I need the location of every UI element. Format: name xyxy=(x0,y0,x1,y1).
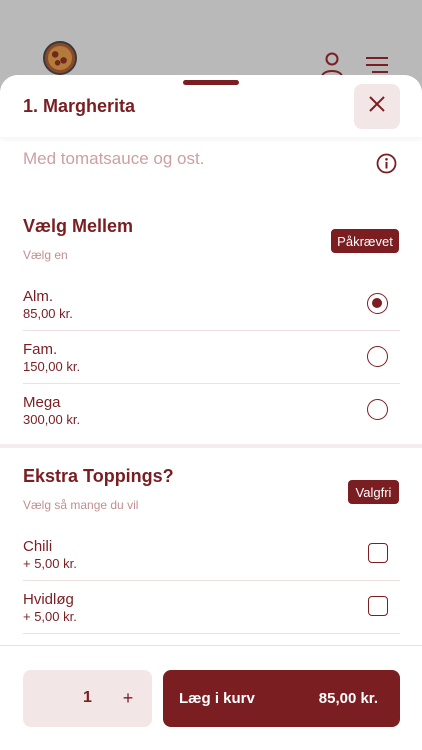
option-price: 300,00 kr. xyxy=(23,412,81,427)
size-option-mega[interactable]: Mega 300,00 kr. xyxy=(23,384,400,437)
close-button[interactable] xyxy=(354,84,400,129)
option-price: 150,00 kr. xyxy=(23,359,81,374)
add-to-cart-label: Læg i kurv xyxy=(179,690,255,707)
quantity-plus-button[interactable]: + xyxy=(116,685,140,711)
option-price: + 5,00 kr. xyxy=(23,609,77,624)
quantity-stepper[interactable]: 1 + xyxy=(23,670,152,727)
option-name: Alm. xyxy=(23,288,53,305)
option-name: Mega xyxy=(23,394,61,411)
size-option-fam[interactable]: Fam. 150,00 kr. xyxy=(23,331,400,384)
section-divider xyxy=(0,444,422,448)
product-description: Med tomatsauce og ost. xyxy=(23,149,205,168)
option-name: Chili xyxy=(23,538,53,555)
optional-badge: Valgfri xyxy=(348,480,399,504)
radio-unselected[interactable] xyxy=(367,346,388,367)
pizza-logo xyxy=(43,41,77,75)
checkbox[interactable] xyxy=(368,543,388,563)
option-price: + 5,00 kr. xyxy=(23,556,77,571)
toppings-section-subtitle: Vælg så mange du vil xyxy=(23,498,139,512)
size-section-subtitle: Vælg en xyxy=(23,248,68,262)
size-section-title: Vælg Mellem xyxy=(23,216,134,236)
toppings-section-title: Ekstra Toppings? xyxy=(23,466,174,486)
sheet-grabber[interactable] xyxy=(183,80,239,85)
sheet-header: 1. Margherita xyxy=(0,75,422,137)
required-badge: Påkrævet xyxy=(331,229,399,253)
option-name: Fam. xyxy=(23,341,58,358)
sheet-footer: 1 + Læg i kurv 85,00 kr. xyxy=(0,645,422,750)
radio-unselected[interactable] xyxy=(367,399,388,420)
add-to-cart-button[interactable]: Læg i kurv 85,00 kr. xyxy=(163,670,400,727)
option-name: Hvidløg xyxy=(23,591,74,608)
option-price: 85,00 kr. xyxy=(23,306,73,321)
product-title: 1. Margherita xyxy=(23,96,136,116)
info-icon[interactable] xyxy=(376,153,397,179)
radio-selected[interactable] xyxy=(367,293,388,314)
product-sheet: 1. Margherita Med tomatsauce og ost. Væl… xyxy=(0,75,422,750)
add-to-cart-price: 85,00 kr. xyxy=(318,690,378,707)
checkbox[interactable] xyxy=(368,596,388,616)
topping-option-chili[interactable]: Chili + 5,00 kr. xyxy=(23,528,400,581)
close-icon xyxy=(369,96,385,117)
size-option-alm[interactable]: Alm. 85,00 kr. xyxy=(23,278,400,331)
topping-option-hvidlog[interactable]: Hvidløg + 5,00 kr. xyxy=(23,581,400,634)
